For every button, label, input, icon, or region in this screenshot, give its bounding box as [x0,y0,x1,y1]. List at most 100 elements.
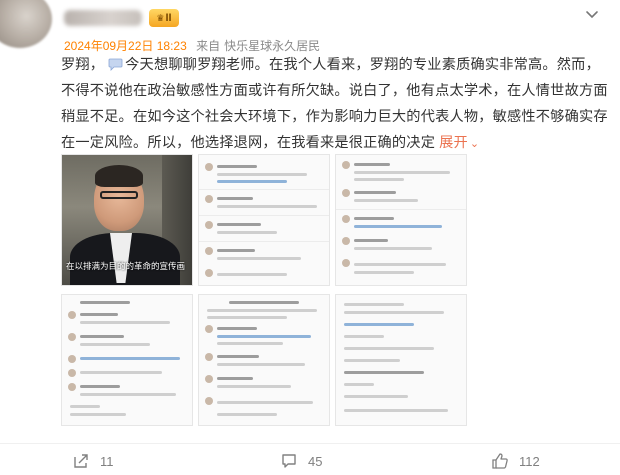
commenter-avatar [205,195,213,203]
video-caption: 在以排满为目的的革命的宣传画 [66,261,186,271]
comment-line [344,383,374,386]
post-actions: 11 45 112 [0,443,620,475]
comment-line [217,180,287,183]
commenter-avatar [342,161,350,169]
comment-line [80,301,130,304]
comment-line [354,191,396,194]
comment-line [217,355,259,358]
image-grid: 在以排满为目的的革命的宣传画 [61,154,467,426]
chevron-down-icon: ⌄ [469,138,480,150]
comment-line [217,385,291,388]
comment-line [217,173,307,176]
commenter-avatar [68,383,76,391]
comment-line [217,377,253,380]
comment-line [217,413,277,416]
comment-line [217,223,261,226]
comment-line [207,316,287,319]
expand-label: 展开 [439,135,468,151]
comment-line [354,217,394,220]
divider [199,189,329,190]
more-options-button[interactable] [582,4,602,24]
like-count: 112 [519,453,540,469]
comment-line [207,309,317,312]
source-prefix: 来自 [196,39,221,53]
comment-line [80,393,176,396]
share-icon [74,454,88,468]
post-timestamp[interactable]: 2024年09月22日 18:23 [64,39,187,53]
comment-line [217,335,311,338]
comment-line [217,231,277,234]
person-hair [95,165,143,187]
post-body: 今天想聊聊罗翔老师。在我个人看来，罗翔的专业素质确实非常高。然而，不得不说他在政… [61,57,608,151]
comment-line [217,273,287,276]
username-blurred[interactable] [64,10,142,26]
commenter-avatar [342,215,350,223]
comment-line [344,395,408,398]
expand-link[interactable]: 展开 ⌄ [439,135,479,151]
commenter-avatar [205,163,213,171]
like-button[interactable]: 112 [491,451,540,471]
divider [199,241,329,242]
comment-line [80,321,170,324]
comment-line [354,271,414,274]
comment-line [80,313,118,316]
divider [336,209,466,210]
comment-line [354,171,450,174]
avatar[interactable] [0,0,52,48]
video-thumbnail[interactable]: 在以排满为目的的革命的宣传画 [61,154,193,286]
comment-line [354,178,404,181]
post-source: 快乐星球永久居民 [224,39,321,53]
commenter-avatar [205,247,213,255]
comment-line [70,413,126,416]
comment-line [217,327,257,330]
comment-line [354,163,390,166]
comment-line [80,357,180,360]
divider [199,215,329,216]
comment-line [217,205,317,208]
thumbs-up-icon [492,453,508,469]
commenter-avatar [205,353,213,361]
commenter-avatar [205,221,213,229]
comment-screenshot-1[interactable] [198,154,330,286]
commenter-avatar [342,259,350,267]
comment-line [354,247,432,250]
comment-screenshot-4[interactable] [198,294,330,426]
comment-line [229,301,299,304]
comment-line [217,257,301,260]
commenter-avatar [68,333,76,341]
badge-label: II [165,12,172,24]
comment-icon [282,454,296,468]
comment-line [217,197,253,200]
member-badge[interactable]: ♛ II [149,9,179,27]
comment-line [80,385,120,388]
comment-line [217,401,313,404]
comment-screenshot-5[interactable] [335,294,467,426]
comment-line [354,239,388,242]
comment-screenshot-2[interactable] [335,154,467,286]
commenter-avatar [68,311,76,319]
commenter-avatar [68,369,76,377]
comment-line [80,343,150,346]
comment-button[interactable]: 45 [280,451,322,471]
commenter-avatar [342,237,350,245]
comment-line [354,199,418,202]
comment-line [344,347,434,350]
person-glasses [100,191,138,199]
comment-line [344,409,448,412]
comment-line [70,405,100,408]
comment-line [354,225,442,228]
comment-line [344,303,404,306]
comment-screenshot-3[interactable] [61,294,193,426]
commenter-avatar [205,397,213,405]
comment-count: 45 [308,453,323,469]
comment-line [217,165,257,168]
comment-line [217,363,305,366]
comment-line [344,371,424,374]
share-button[interactable]: 11 [72,451,114,471]
comment-line [344,335,384,338]
share-count: 11 [100,453,114,469]
comment-line [80,371,162,374]
commenter-avatar [205,325,213,333]
post-content: 罗翔， 今天想聊聊罗翔老师。在我个人看来，罗翔的专业素质确实非常高。然而，不得不说… [61,52,609,157]
comment-line [217,342,283,345]
